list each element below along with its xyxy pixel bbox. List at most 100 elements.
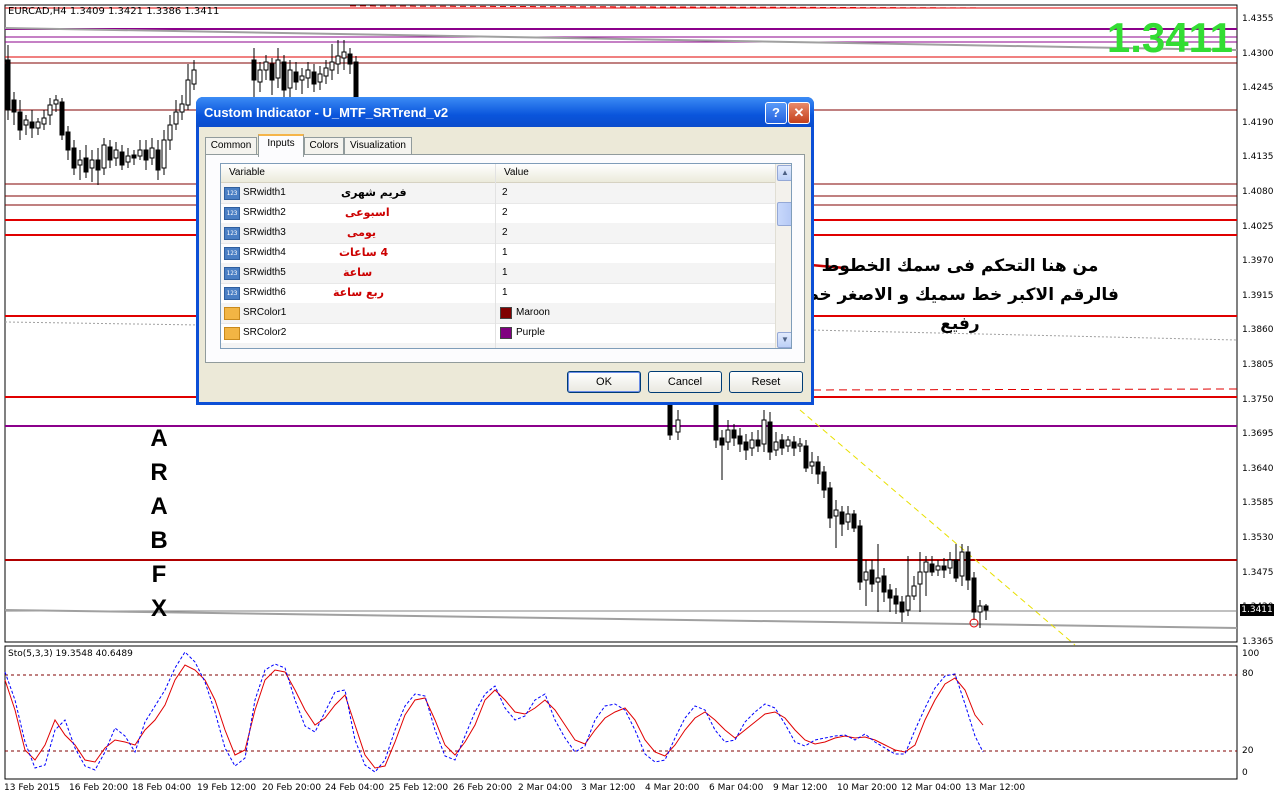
candle-body (827, 487, 833, 519)
input-value[interactable]: 2 (502, 187, 508, 198)
candle-body (89, 159, 95, 169)
candle-body (65, 131, 71, 151)
color-swatch (500, 307, 512, 319)
candle-body (869, 569, 875, 585)
candle-body (953, 559, 959, 579)
input-row-partial[interactable] (221, 343, 775, 348)
column-header-value[interactable]: Value (504, 167, 529, 178)
watermark-letter: X (150, 595, 167, 622)
input-row[interactable]: 123 SRwidth2 2 اسبوعى (221, 203, 775, 224)
candle-body (95, 159, 101, 171)
tab-inputs[interactable]: Inputs (258, 134, 304, 157)
sto-subwindow-frame (4, 645, 1238, 780)
candle-body (773, 441, 779, 451)
time-axis-label: 10 Mar 20:00 (837, 783, 898, 793)
input-value[interactable]: 1 (502, 247, 508, 258)
time-axis-label: 16 Feb 20:00 (69, 783, 129, 793)
candle-body (857, 525, 863, 583)
price-axis-label: 1.4355 (1242, 14, 1274, 24)
input-row[interactable]: 123 SRwidth6 1 ربع ساعة (221, 283, 775, 304)
candle-body (311, 71, 317, 85)
candle-body (71, 147, 77, 169)
candle-body (743, 441, 749, 451)
price-axis-label: 1.4025 (1242, 221, 1274, 232)
input-variable-name: SRwidth3 (243, 227, 286, 238)
color-param-icon (224, 307, 240, 320)
candle-body (335, 55, 341, 65)
candle-body (755, 439, 761, 447)
dialog-title: Custom Indicator - U_MTF_SRTrend_v2 (204, 105, 449, 120)
column-header-variable[interactable]: Variable (229, 167, 265, 178)
price-axis-label: 1.4190 (1242, 117, 1274, 128)
reset-button[interactable]: Reset (729, 371, 803, 393)
input-row[interactable]: 123 SRwidth1 2 فريم شهرى (221, 183, 775, 204)
candle-body (323, 67, 329, 77)
time-axis-label: 26 Feb 20:00 (453, 783, 513, 793)
timeframe-note: 4 ساعات (339, 246, 389, 259)
yellow-trend-line (799, 409, 1076, 646)
number-param-icon: 123 (224, 187, 240, 200)
input-variable-name: SRwidth4 (243, 247, 286, 258)
candle-body (347, 53, 353, 65)
candle-body (899, 601, 905, 613)
price-axis-label: 1.3970 (1242, 256, 1274, 267)
input-row[interactable]: SRColor2 Purple (221, 323, 775, 344)
timeframe-note: ربع ساعة (333, 286, 384, 299)
scroll-up-button[interactable]: ▲ (777, 165, 791, 181)
candle-body (29, 121, 35, 129)
candle-body (299, 75, 305, 81)
candle-body (749, 439, 755, 449)
time-axis-label: 9 Mar 12:00 (773, 783, 828, 793)
tab-common[interactable]: Common (205, 137, 257, 155)
ok-button[interactable]: OK (567, 371, 641, 393)
scroll-thumb[interactable] (777, 202, 791, 226)
sr-dashed-line (799, 388, 1238, 391)
candle-body (293, 71, 299, 83)
scroll-down-button[interactable]: ▼ (777, 332, 791, 348)
time-axis-label: 25 Feb 12:00 (389, 783, 449, 793)
candle-body (845, 513, 851, 523)
cancel-button[interactable]: Cancel (648, 371, 722, 393)
candle-body (767, 421, 773, 453)
help-button[interactable]: ? (765, 102, 787, 124)
candle-body (667, 404, 673, 436)
input-variable-name: SRwidth1 (243, 187, 286, 198)
candle-body (53, 99, 59, 105)
input-value[interactable]: 2 (502, 207, 508, 218)
input-value[interactable]: Purple (516, 327, 545, 338)
number-param-icon: 123 (224, 227, 240, 240)
tab-visualization[interactable]: Visualization (344, 137, 412, 155)
price-axis-label: 1.4080 (1242, 187, 1274, 197)
candle-body (815, 461, 821, 475)
sto-level-label: 100 (1242, 649, 1260, 659)
candle-body (675, 419, 681, 433)
input-row[interactable]: SRColor1 Maroon (221, 303, 775, 324)
candle-body (713, 404, 719, 441)
input-value[interactable]: 2 (502, 227, 508, 238)
input-row[interactable]: 123 SRwidth4 1 4 ساعات (221, 243, 775, 264)
candle-body (191, 69, 197, 85)
symbol-info: EURCAD,H4 1.3409 1.3421 1.3386 1.3411 (8, 6, 220, 17)
candle-body (809, 461, 815, 467)
time-axis-label: 13 Feb 2015 (4, 783, 61, 793)
candle-body (275, 59, 281, 79)
inputs-grid: Variable Value 123 SRwidth1 2 فريم شهرى 123 S… (220, 163, 792, 349)
tab-colors[interactable]: Colors (304, 137, 344, 155)
input-row[interactable]: 123 SRwidth5 1 ساعة (221, 263, 775, 284)
input-value[interactable]: 1 (502, 267, 508, 278)
candle-body (257, 69, 263, 83)
candle-body (131, 154, 137, 159)
candle-body (887, 589, 893, 599)
sto-signal-line (4, 651, 984, 773)
input-row[interactable]: 123 SRwidth3 2 يومى (221, 223, 775, 244)
input-value[interactable]: Maroon (516, 307, 550, 318)
time-axis-label: 2 Mar 04:00 (518, 783, 573, 793)
grid-scrollbar[interactable]: ▲ ▼ (775, 164, 791, 348)
dialog-titlebar[interactable]: Custom Indicator - U_MTF_SRTrend_v2 ? ✕ (196, 97, 814, 127)
candle-body (137, 149, 143, 157)
column-separator (495, 164, 496, 348)
input-value[interactable]: 1 (502, 287, 508, 298)
candle-body (11, 99, 17, 113)
candle-body (23, 119, 29, 126)
close-button[interactable]: ✕ (788, 102, 810, 124)
